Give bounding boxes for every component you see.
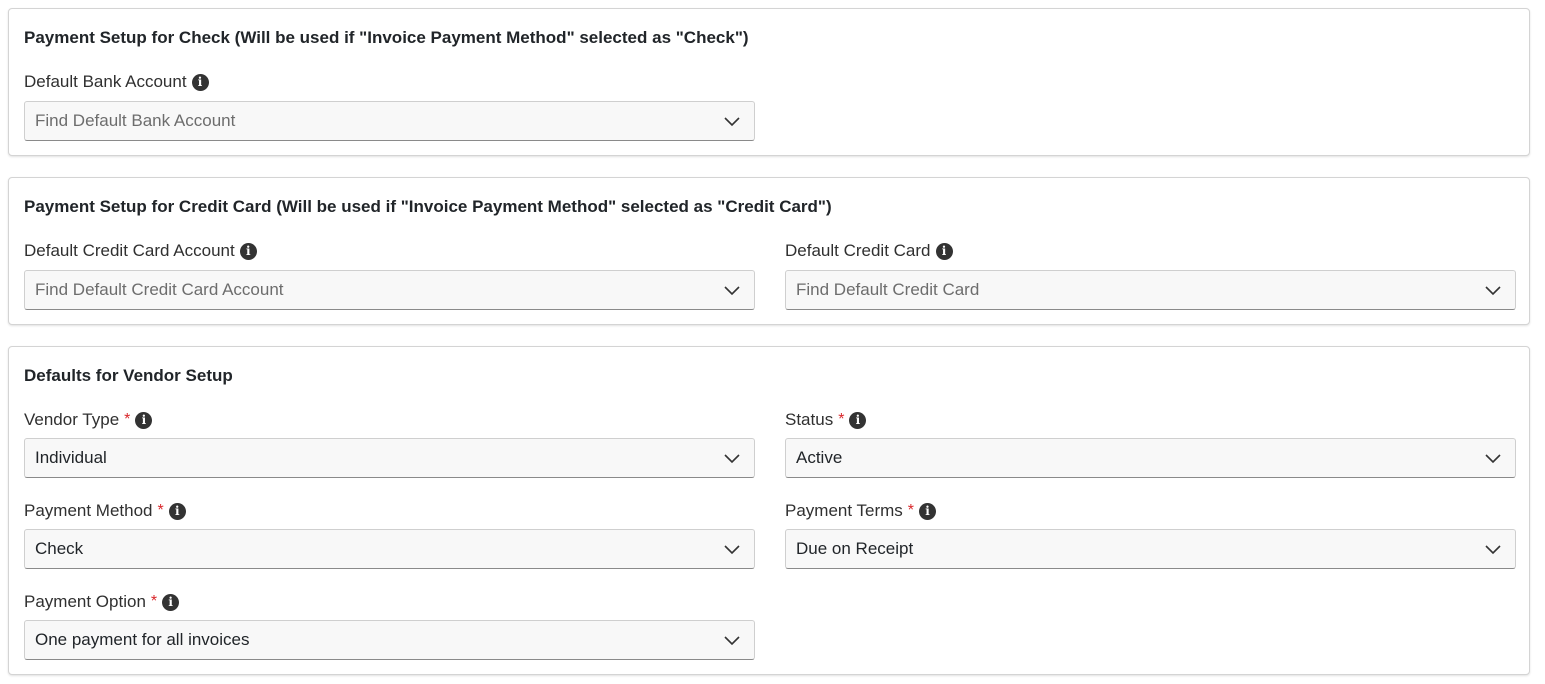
default-credit-card-label-text: Default Credit Card <box>785 241 931 260</box>
credit-card-payment-card: Payment Setup for Credit Card (Will be u… <box>8 177 1530 325</box>
status-value: Active <box>796 448 843 467</box>
status-label: Status * i <box>785 409 867 431</box>
payment-method-label-text: Payment Method <box>24 501 153 520</box>
check-payment-card: Payment Setup for Check (Will be used if… <box>8 8 1530 156</box>
default-credit-card-select[interactable]: Find Default Credit Card <box>785 270 1516 310</box>
payment-terms-select[interactable]: Due on Receipt <box>785 529 1516 569</box>
info-icon[interactable]: i <box>162 593 180 611</box>
info-icon[interactable]: i <box>135 411 153 429</box>
payment-terms-label: Payment Terms * i <box>785 500 937 522</box>
required-marker: * <box>124 411 131 428</box>
required-marker: * <box>907 502 915 519</box>
required-marker: * <box>150 593 158 610</box>
chevron-down-icon <box>724 117 740 127</box>
vendor-type-value: Individual <box>35 448 107 467</box>
info-icon[interactable]: i <box>168 502 186 520</box>
vendor-defaults-card: Defaults for Vendor Setup Vendor Type * … <box>8 346 1530 675</box>
payment-option-select[interactable]: One payment for all invoices <box>24 620 755 660</box>
info-icon[interactable]: i <box>919 502 937 520</box>
info-icon[interactable]: i <box>935 242 953 260</box>
chevron-down-icon <box>724 454 740 464</box>
info-icon[interactable]: i <box>239 242 257 260</box>
default-credit-card-account-select[interactable]: Find Default Credit Card Account <box>24 270 755 310</box>
payment-option-value: One payment for all invoices <box>35 630 250 649</box>
chevron-down-icon <box>1485 454 1501 464</box>
payment-terms-label-text: Payment Terms <box>785 501 903 520</box>
default-bank-account-select[interactable]: Find Default Bank Account <box>24 101 755 141</box>
check-section-title: Payment Setup for Check (Will be used if… <box>24 28 749 47</box>
status-select[interactable]: Active <box>785 438 1516 478</box>
default-credit-card-placeholder: Find Default Credit Card <box>796 280 980 299</box>
vendor-type-label-text: Vendor Type <box>24 410 120 429</box>
payment-terms-value: Due on Receipt <box>796 539 914 558</box>
info-icon[interactable]: i <box>849 411 867 429</box>
chevron-down-icon <box>724 636 740 646</box>
default-bank-account-label: Default Bank Account i <box>24 71 209 93</box>
vendor-type-select[interactable]: Individual <box>24 438 755 478</box>
default-credit-card-account-label: Default Credit Card Account i <box>24 240 257 262</box>
default-credit-card-label: Default Credit Card i <box>785 240 953 262</box>
status-label-text: Status <box>785 410 834 429</box>
payment-method-label: Payment Method * i <box>24 500 186 522</box>
vendor-section-title: Defaults for Vendor Setup <box>24 366 233 385</box>
default-bank-account-placeholder: Find Default Bank Account <box>35 111 236 130</box>
payment-option-label: Payment Option * i <box>24 591 180 613</box>
required-marker: * <box>838 411 845 428</box>
default-credit-card-account-label-text: Default Credit Card Account <box>24 241 235 260</box>
chevron-down-icon <box>724 286 740 296</box>
required-marker: * <box>157 502 164 519</box>
default-bank-account-label-text: Default Bank Account <box>24 72 187 91</box>
info-icon[interactable]: i <box>191 73 209 91</box>
chevron-down-icon <box>1485 545 1501 555</box>
payment-method-value: Check <box>35 539 84 558</box>
vendor-type-label: Vendor Type * i <box>24 409 153 431</box>
payment-method-select[interactable]: Check <box>24 529 755 569</box>
payment-option-label-text: Payment Option <box>24 592 146 611</box>
credit-card-section-title: Payment Setup for Credit Card (Will be u… <box>24 197 832 216</box>
chevron-down-icon <box>724 545 740 555</box>
default-credit-card-account-placeholder: Find Default Credit Card Account <box>35 280 284 299</box>
chevron-down-icon <box>1485 286 1501 296</box>
